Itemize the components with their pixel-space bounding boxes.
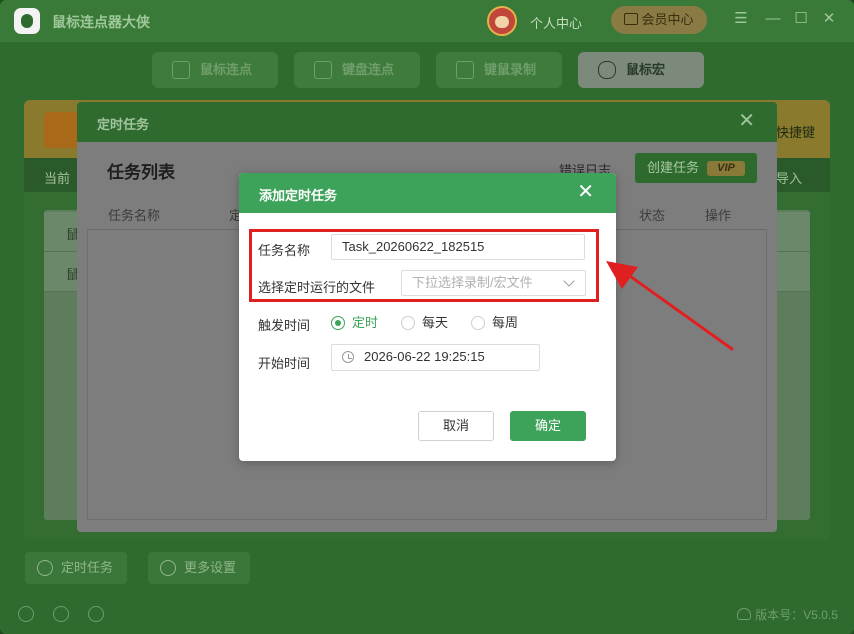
more-settings-label: 更多设置: [184, 560, 237, 575]
radio-once[interactable]: 定时: [331, 315, 378, 331]
maximize-icon[interactable]: ☐: [792, 10, 810, 28]
tab-label: 键盘连点: [342, 62, 395, 77]
scheduled-tasks-button[interactable]: 定时任务: [25, 552, 127, 584]
current-label: 当前: [44, 171, 71, 186]
video-icon: [456, 61, 474, 79]
title-bar: 鼠标连点器大侠 个人中心 会员中心 ☰ — ☐ ✕: [0, 0, 854, 42]
start-time-picker[interactable]: 2026-06-22 19:25:15: [331, 344, 540, 371]
tab-label: 键鼠录制: [484, 62, 537, 77]
tab-label: 鼠标宏: [626, 62, 666, 77]
alarm-clock-icon: [37, 560, 53, 576]
highlight-box: [249, 229, 599, 302]
avatar[interactable]: [487, 6, 517, 36]
tab-record[interactable]: 键鼠录制: [436, 52, 562, 88]
keyboard-icon: [314, 61, 332, 79]
radio-dot: [331, 316, 345, 330]
trigger-time-label: 触发时间: [258, 318, 311, 333]
create-task-button[interactable]: 创建任务 VIP: [635, 153, 757, 183]
scheduled-tasks-label: 定时任务: [61, 560, 114, 575]
column-status: 状态: [639, 208, 666, 223]
mouse-icon: [598, 61, 616, 79]
annotation-arrow: [606, 261, 734, 351]
app-title: 鼠标连点器大侠: [52, 14, 150, 30]
tab-keyboard-click[interactable]: 键盘连点: [294, 52, 420, 88]
tab-label: 鼠标连点: [200, 62, 253, 77]
column-task-name: 任务名称: [108, 208, 161, 223]
start-time-label: 开始时间: [258, 356, 311, 371]
version-text: 版本号：V5.0.5: [755, 608, 838, 622]
minimize-icon[interactable]: —: [764, 10, 782, 28]
vip-center-button[interactable]: 会员中心: [611, 6, 707, 34]
app-logo-icon: [14, 8, 40, 34]
tab-mouse-macro[interactable]: 鼠标宏: [578, 52, 704, 88]
vip-center-label: 会员中心: [641, 12, 694, 27]
start-time-value: 2026-06-22 19:25:15: [364, 349, 485, 364]
close-icon[interactable]: ✕: [577, 181, 594, 203]
add-task-dialog: 添加定时任务 ✕ 任务名称 Task_20260622_182515 选择定时运…: [239, 173, 616, 461]
vip-badge: VIP: [707, 161, 745, 176]
dialog-header: 定时任务 ✕: [77, 102, 777, 142]
globe-icon[interactable]: [18, 606, 34, 622]
more-settings-button[interactable]: 更多设置: [148, 552, 250, 584]
close-icon[interactable]: ✕: [820, 10, 838, 28]
create-task-label: 创建任务: [647, 160, 700, 175]
refresh-icon[interactable]: [88, 606, 104, 622]
column-actions: 操作: [705, 208, 732, 223]
tab-mouse-click[interactable]: 鼠标连点: [152, 52, 278, 88]
cloud-icon: [737, 608, 752, 620]
cancel-button[interactable]: 取消: [418, 411, 494, 441]
dialog-title: 定时任务: [97, 117, 150, 132]
radio-daily-label: 每天: [422, 315, 449, 330]
clock-icon: [342, 351, 354, 363]
dialog-header: 添加定时任务 ✕: [239, 173, 616, 213]
thumbs-up-icon: [624, 13, 639, 25]
import-label[interactable]: 导入: [776, 168, 802, 187]
headset-icon[interactable]: [53, 606, 69, 622]
close-icon[interactable]: ✕: [738, 110, 755, 132]
radio-dot: [471, 316, 485, 330]
radio-daily[interactable]: 每天: [401, 315, 448, 331]
radio-once-label: 定时: [352, 315, 379, 330]
version-label: 版本号：V5.0.5: [737, 606, 838, 623]
radio-weekly[interactable]: 每周: [471, 315, 518, 331]
radio-weekly-label: 每周: [492, 315, 519, 330]
shortcut-label[interactable]: 快捷键: [776, 122, 815, 141]
gear-icon: [160, 560, 176, 576]
confirm-button[interactable]: 确定: [510, 411, 586, 441]
dialog-title: 添加定时任务: [259, 188, 338, 203]
menu-icon[interactable]: ☰: [732, 10, 750, 28]
personal-center-link[interactable]: 个人中心: [530, 13, 582, 32]
cursor-icon: [172, 61, 190, 79]
radio-dot: [401, 316, 415, 330]
task-list-title: 任务列表: [107, 163, 175, 182]
